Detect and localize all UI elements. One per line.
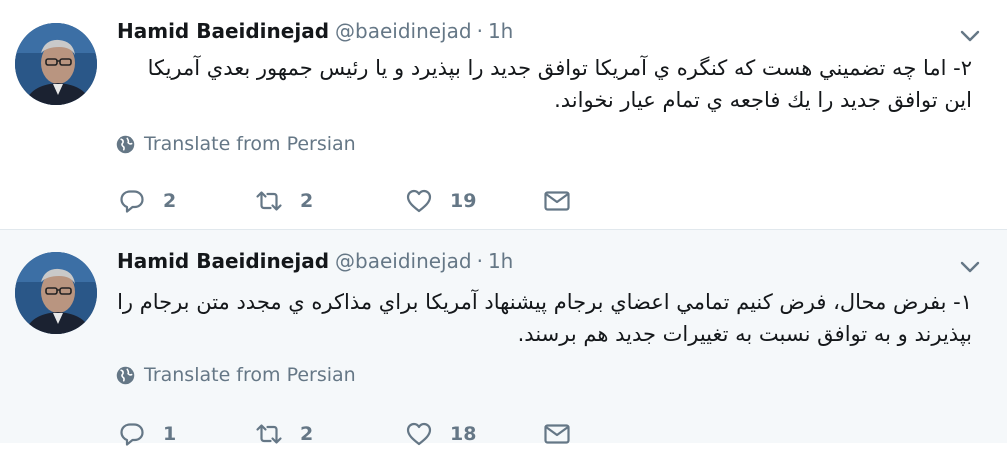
envelope-icon	[544, 424, 570, 444]
retweet-count: 2	[300, 190, 314, 212]
reply-icon	[120, 423, 144, 446]
retweet-icon	[256, 191, 282, 211]
retweet-count: 2	[300, 423, 314, 445]
avatar[interactable]	[15, 252, 97, 334]
tweet-header: Hamid Baeidinejad @baeidinejad · 1h	[117, 249, 513, 279]
author-name[interactable]: Hamid Baeidinejad	[117, 249, 329, 273]
avatar[interactable]	[15, 23, 97, 105]
envelope-icon	[544, 191, 570, 211]
translate-label: Translate from Persian	[144, 133, 356, 155]
tweet-header: Hamid Baeidinejad @baeidinejad · 1h	[117, 19, 513, 49]
time-separator: ·	[476, 249, 483, 273]
retweet-icon	[256, 424, 282, 444]
retweet-button[interactable]: 2	[255, 187, 405, 215]
like-button[interactable]: 18	[405, 420, 543, 448]
time-separator: ·	[476, 19, 483, 43]
direct-message-button[interactable]	[543, 420, 583, 448]
avatar-photo	[15, 23, 97, 105]
heart-icon	[406, 422, 432, 446]
chevron-down-icon[interactable]	[959, 25, 981, 47]
tweet-timestamp[interactable]: 1h	[488, 19, 513, 43]
translate-link[interactable]: Translate from Persian	[115, 133, 356, 155]
direct-message-button[interactable]	[543, 187, 583, 215]
tweet-text: ۱- بفرض محال، فرض كنيم تمامي اعضاي برجام…	[117, 290, 972, 346]
reply-button[interactable]: 1	[118, 420, 255, 448]
retweet-button[interactable]: 2	[255, 420, 405, 448]
globe-icon	[116, 135, 135, 153]
author-handle[interactable]: @baeidinejad	[335, 249, 472, 273]
tweet-actions: 1 2 18	[118, 419, 583, 449]
like-count: 18	[450, 423, 477, 445]
avatar-photo	[15, 252, 97, 334]
tweet-text: ۲- اما چه تضميني هست كه كنگره ي آمريكا ت…	[147, 56, 972, 112]
heart-icon	[406, 189, 432, 213]
reply-button[interactable]: 2	[118, 187, 255, 215]
translate-label: Translate from Persian	[144, 364, 356, 386]
tweet-timestamp[interactable]: 1h	[488, 249, 513, 273]
like-count: 19	[450, 190, 477, 212]
author-name[interactable]: Hamid Baeidinejad	[117, 19, 329, 43]
translate-link[interactable]: Translate from Persian	[115, 364, 356, 386]
tweet[interactable]: Hamid Baeidinejad @baeidinejad · 1h ۲- ا…	[0, 0, 1007, 229]
like-button[interactable]: 19	[405, 187, 543, 215]
reply-icon	[120, 190, 144, 213]
globe-icon	[116, 366, 135, 384]
tweet[interactable]: Hamid Baeidinejad @baeidinejad · 1h ۱- ب…	[0, 229, 1007, 446]
chevron-down-icon[interactable]	[959, 256, 981, 278]
author-handle[interactable]: @baeidinejad	[335, 19, 472, 43]
reply-count: 2	[163, 190, 177, 212]
tweet-actions: 2 2 19	[118, 186, 583, 216]
reply-count: 1	[163, 423, 177, 445]
